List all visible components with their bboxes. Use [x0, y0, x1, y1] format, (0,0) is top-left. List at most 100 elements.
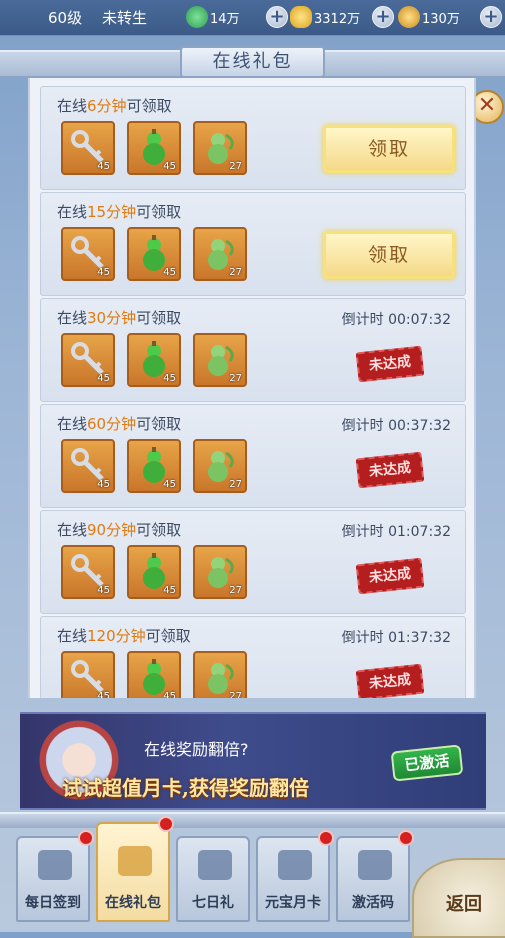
- reward-row: 在线90分钟可领取 倒计时 01:07:32 45 45 27 未达成: [40, 510, 466, 614]
- reward-item[interactable]: 45: [127, 651, 181, 698]
- notification-dot: [318, 830, 334, 846]
- reward-item[interactable]: 27: [193, 439, 247, 493]
- reward-item[interactable]: 45: [127, 333, 181, 387]
- tab-gift[interactable]: 在线礼包: [96, 816, 174, 922]
- tab-label: 每日签到: [25, 895, 81, 911]
- required-minutes: 60分钟: [87, 415, 137, 433]
- countdown-timer: 倒计时 00:37:32: [341, 418, 451, 434]
- reward-item[interactable]: 27: [193, 545, 247, 599]
- top-status-bar: 60级 未转生 14万 + 3312万 + 130万 +: [0, 0, 505, 36]
- claim-button[interactable]: 领取: [323, 231, 455, 279]
- reward-item[interactable]: 27: [193, 121, 247, 175]
- reward-item[interactable]: 45: [61, 545, 115, 599]
- gold-ingot-resource: 3312万: [290, 5, 360, 29]
- item-quantity: 45: [163, 479, 176, 490]
- title-prefix: 在线: [57, 415, 88, 433]
- reward-item[interactable]: 45: [127, 439, 181, 493]
- back-button[interactable]: 返回: [412, 858, 505, 938]
- reward-item[interactable]: 27: [193, 651, 247, 698]
- required-minutes: 6分钟: [87, 97, 127, 115]
- notification-dot: [398, 830, 414, 846]
- item-quantity: 45: [163, 161, 176, 172]
- reward-item[interactable]: 45: [61, 121, 115, 175]
- add-ingot-button[interactable]: +: [372, 6, 394, 28]
- title-prefix: 在线: [57, 203, 88, 221]
- item-quantity: 45: [97, 161, 110, 172]
- monthly-card-banner[interactable]: 在线奖励翻倍? 试试超值月卡,获得奖励翻倍 已激活: [20, 712, 486, 810]
- title-suffix: 可领取: [136, 521, 182, 539]
- item-quantity: 45: [163, 267, 176, 278]
- title-prefix: 在线: [57, 627, 88, 645]
- reward-row-title: 在线90分钟可领取: [57, 519, 181, 540]
- gold-ingot-icon: [290, 6, 312, 28]
- reward-item[interactable]: 45: [61, 333, 115, 387]
- reward-item[interactable]: 45: [61, 227, 115, 281]
- player-level: 60级: [48, 9, 83, 27]
- title-suffix: 可领取: [145, 627, 191, 645]
- required-minutes: 15分钟: [87, 203, 137, 221]
- gold-ingot-value: 3312万: [314, 11, 361, 27]
- close-icon: ✕: [477, 93, 497, 118]
- reward-row-title: 在线60分钟可领取: [57, 413, 181, 434]
- reward-row: 在线120分钟可领取 倒计时 01:37:32 45 45 27 未达成: [40, 616, 466, 698]
- item-quantity: 27: [229, 267, 242, 278]
- page-title: 在线礼包: [180, 46, 325, 78]
- scroll-bottom-edge: [0, 812, 505, 828]
- coin-value: 130万: [422, 11, 460, 27]
- notification-dot: [78, 830, 94, 846]
- reward-item[interactable]: 45: [127, 545, 181, 599]
- item-quantity: 45: [163, 373, 176, 384]
- tab-card[interactable]: 元宝月卡: [256, 830, 334, 922]
- item-quantity: 45: [97, 267, 110, 278]
- tab-label: 元宝月卡: [265, 895, 321, 911]
- countdown-timer: 倒计时 01:37:32: [341, 630, 451, 646]
- required-minutes: 90分钟: [87, 521, 137, 539]
- tab-label: 激活码: [352, 895, 394, 911]
- tab-label: 七日礼: [192, 895, 234, 911]
- required-minutes: 30分钟: [87, 309, 137, 327]
- not-reached-stamp: 未达成: [355, 451, 425, 489]
- item-quantity: 27: [229, 373, 242, 384]
- reward-item[interactable]: 45: [61, 651, 115, 698]
- reward-row: 在线30分钟可领取 倒计时 00:07:32 45 45 27 未达成: [40, 298, 466, 402]
- tab-scroll[interactable]: 每日签到: [16, 830, 94, 922]
- banner-question: 在线奖励翻倍?: [144, 740, 249, 759]
- claim-button[interactable]: 领取: [323, 125, 455, 173]
- reward-row-title: 在线6分钟可领取: [57, 95, 172, 116]
- countdown-timer: 倒计时 00:07:32: [341, 312, 451, 328]
- rebirth-status: 未转生: [102, 9, 148, 27]
- required-minutes: 120分钟: [87, 627, 146, 645]
- reward-row-title: 在线120分钟可领取: [57, 625, 191, 646]
- tab-cloud-emblem[interactable]: 七日礼: [176, 836, 250, 922]
- item-quantity: 27: [229, 691, 242, 698]
- back-label: 返回: [446, 894, 482, 915]
- gift-icon: [118, 846, 152, 876]
- reward-item[interactable]: 27: [193, 227, 247, 281]
- reward-item[interactable]: 27: [193, 333, 247, 387]
- reward-row-title: 在线15分钟可领取: [57, 201, 181, 222]
- title-suffix: 可领取: [126, 97, 172, 115]
- reward-row-title: 在线30分钟可领取: [57, 307, 181, 328]
- title-prefix: 在线: [57, 309, 88, 327]
- activated-badge: 已激活: [390, 744, 464, 782]
- item-quantity: 45: [163, 585, 176, 596]
- reward-item[interactable]: 45: [127, 121, 181, 175]
- banner-promo: 试试超值月卡,获得奖励翻倍: [62, 776, 309, 800]
- item-quantity: 45: [97, 691, 110, 698]
- item-quantity: 45: [97, 585, 110, 596]
- title-prefix: 在线: [57, 521, 88, 539]
- not-reached-stamp: 未达成: [355, 345, 425, 383]
- reward-row: 在线6分钟可领取 45 45 27 领取: [40, 86, 466, 190]
- reward-row: 在线60分钟可领取 倒计时 00:37:32 45 45 27 未达成: [40, 404, 466, 508]
- reward-list[interactable]: 在线6分钟可领取 45 45 27 领取 在线15分钟可领取 45 45 27 领取 在线30分钟可…: [28, 78, 476, 698]
- item-quantity: 27: [229, 585, 242, 596]
- reward-item[interactable]: 45: [61, 439, 115, 493]
- add-stamina-button[interactable]: +: [266, 6, 288, 28]
- tab-code[interactable]: 激活码: [336, 830, 414, 922]
- title-suffix: 可领取: [136, 203, 182, 221]
- not-reached-stamp: 未达成: [355, 663, 425, 698]
- add-coin-button[interactable]: +: [480, 6, 502, 28]
- reward-row: 在线15分钟可领取 45 45 27 领取: [40, 192, 466, 296]
- reward-item[interactable]: 45: [127, 227, 181, 281]
- item-quantity: 45: [97, 479, 110, 490]
